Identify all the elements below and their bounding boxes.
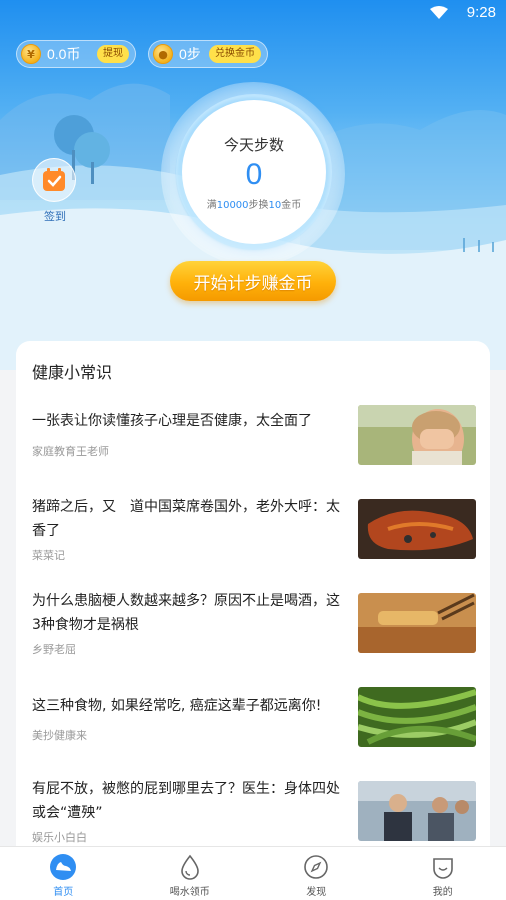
water-drop-icon bbox=[180, 854, 199, 880]
checkin-button[interactable]: 签到 bbox=[32, 158, 78, 224]
nav-label: 首页 bbox=[53, 887, 74, 898]
nav-label: 喝水领币 bbox=[169, 887, 210, 898]
article-source: 美抄健康来 bbox=[32, 729, 87, 742]
article-source: 乡野老屈 bbox=[32, 643, 76, 656]
step-count: 0 bbox=[245, 158, 263, 191]
nav-item-home[interactable]: 首页 bbox=[0, 847, 127, 900]
compass-icon bbox=[304, 855, 329, 879]
start-step-counting-button[interactable]: 开始计步赚金币 bbox=[170, 261, 336, 301]
withdraw-button[interactable]: 提现 bbox=[97, 45, 129, 63]
nav-item-discover[interactable]: 发现 bbox=[253, 847, 380, 900]
steps-balance-pill: ● 0步 兑换金币 bbox=[148, 40, 268, 68]
steps-balance: 0步 bbox=[179, 46, 201, 62]
wifi-icon bbox=[430, 6, 448, 19]
section-title: 健康小常识 bbox=[32, 363, 113, 382]
nav-label: 发现 bbox=[306, 887, 327, 898]
calendar-check-icon bbox=[43, 168, 65, 191]
article-thumbnail bbox=[358, 405, 476, 465]
article-item[interactable]: 这三种食物, 如果经常吃, 癌症这辈子都远离你! 美抄健康来 bbox=[16, 687, 490, 782]
coin-balance-pill: ¥ 0.0币 提现 bbox=[16, 40, 136, 68]
nav-item-mine[interactable]: 我的 bbox=[380, 847, 506, 900]
coin-balance: 0.0币 bbox=[47, 46, 81, 62]
article-thumbnail bbox=[358, 593, 476, 653]
article-source: 家庭教育王老师 bbox=[32, 445, 109, 458]
step-rule: 满10000步换10金币 bbox=[206, 200, 302, 211]
article-title: 猪蹄之后，又 道中国菜席卷国外，老外大呼：太香了 bbox=[32, 499, 340, 539]
status-bar: 9:28 bbox=[0, 0, 506, 28]
exchange-coins-button[interactable]: 兑换金币 bbox=[209, 45, 261, 63]
coin-icon: ¥ bbox=[21, 44, 41, 64]
article-item[interactable]: 一张表让你读懂孩子心理是否健康，太全面了 家庭教育王老师 bbox=[16, 405, 490, 500]
nav-label: 我的 bbox=[432, 887, 453, 898]
article-title: 一张表让你读懂孩子心理是否健康，太全面了 bbox=[32, 413, 312, 429]
gold-coin-icon: ● bbox=[153, 44, 173, 64]
step-counter: 今天步数 0 满10000步换10金币 bbox=[182, 100, 326, 244]
article-source: 娱乐小白白 bbox=[32, 831, 87, 844]
article-item[interactable]: 猪蹄之后，又 道中国菜席卷国外，老外大呼：太香了 菜菜记 bbox=[16, 499, 490, 594]
checkin-icon-wrap bbox=[32, 158, 76, 202]
smile-face-icon bbox=[432, 858, 453, 879]
nav-item-water[interactable]: 喝水领币 bbox=[127, 847, 254, 900]
shoe-icon bbox=[50, 854, 77, 880]
article-thumbnail bbox=[358, 499, 476, 559]
article-title: 为什么患脑梗人数越来越多？原因不止是喝酒，这3种食物才是祸根 bbox=[32, 593, 340, 633]
article-source: 菜菜记 bbox=[32, 549, 65, 562]
checkin-label: 签到 bbox=[44, 210, 66, 223]
article-item[interactable]: 为什么患脑梗人数越来越多？原因不止是喝酒，这3种食物才是祸根 乡野老屈 bbox=[16, 593, 490, 688]
article-thumbnail bbox=[358, 781, 476, 841]
bottom-navigation: 首页 喝水领币 发现 我的 bbox=[0, 846, 506, 900]
article-title: 这三种食物, 如果经常吃, 癌症这辈子都远离你! bbox=[32, 698, 322, 714]
hero-banner: 9:28 ¥ 0.0币 提现 ● 0步 兑换金币 签到 今天步数 0 满1000… bbox=[0, 0, 506, 370]
article-thumbnail bbox=[358, 687, 476, 747]
health-tips-card: 健康小常识 一张表让你读懂孩子心理是否健康，太全面了 家庭教育王老师 猪蹄之后，… bbox=[16, 341, 490, 900]
status-time: 9:28 bbox=[466, 4, 496, 21]
step-title: 今天步数 bbox=[223, 136, 284, 154]
article-title: 有屁不放，被憋的屁到哪里去了？医生：身体四处或会“遭殃” bbox=[32, 781, 340, 821]
